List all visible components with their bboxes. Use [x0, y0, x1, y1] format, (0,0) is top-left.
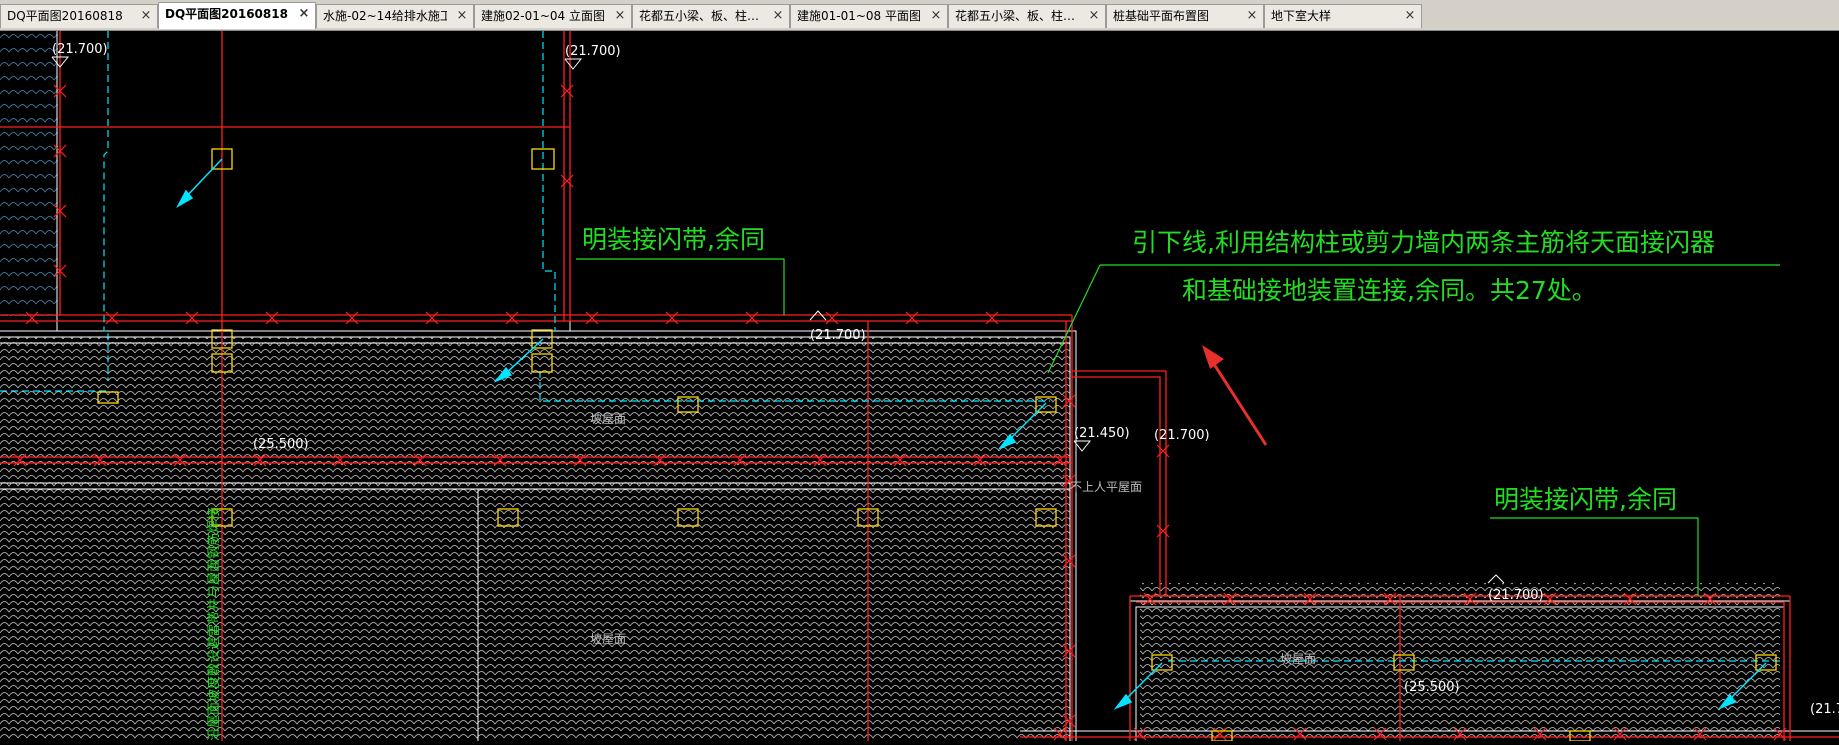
elevation-label: (25.500): [1404, 680, 1460, 695]
downlead-annotation-line2: 和基础接地装置连接,余同。共27处。: [1182, 276, 1597, 305]
roof-tile-area-upper: [0, 337, 1070, 487]
document-tab-bar: DQ平面图20160818 × DQ平面图20160818 × 水施-02~14给排水施…: [0, 0, 1839, 31]
document-tab-label: 桩基础平面布置图: [1113, 9, 1210, 23]
callout-arrow-icon: [1202, 345, 1268, 446]
document-tab-label: DQ平面图20160818: [165, 7, 288, 21]
document-tab-label: 花都五小梁、板、柱…: [955, 9, 1076, 23]
document-tab-label: 地下室大样: [1271, 9, 1332, 23]
close-icon[interactable]: ×: [613, 5, 627, 27]
close-icon[interactable]: ×: [929, 5, 943, 27]
document-tab[interactable]: 花都五小梁、板、柱… ×: [948, 4, 1106, 28]
roof-label: 坡屋面: [1280, 652, 1316, 666]
document-tab[interactable]: 花都五小梁、板、柱… ×: [632, 4, 790, 28]
close-icon[interactable]: ×: [1087, 5, 1101, 27]
vertical-note: 沿屋面坡度敷设避雷带并与屋面钢筋焊接: [206, 507, 222, 741]
document-tab[interactable]: 建施02-01~04 立面图 ×: [474, 4, 632, 28]
document-tab-label: 建施01-01~08 平面图: [797, 9, 921, 23]
elevation-label: (21.700): [52, 42, 108, 57]
document-tab[interactable]: 水施-02~14给排水施工图 ×: [316, 4, 474, 28]
roof-label: 不上人平屋面: [1070, 480, 1142, 494]
close-icon[interactable]: ×: [455, 5, 469, 27]
cad-drawing-canvas[interactable]: (21.700) (21.700) (21.700) (25.500) (21.…: [0, 31, 1839, 742]
close-icon[interactable]: ×: [297, 3, 311, 25]
wave-hatch-area: [0, 31, 58, 316]
document-tab-label: 建施02-01~04 立面图: [481, 9, 605, 23]
elevation-label: (21.700): [1154, 428, 1210, 443]
close-icon[interactable]: ×: [139, 5, 153, 27]
document-tab[interactable]: 桩基础平面布置图 ×: [1106, 4, 1264, 28]
elevation-label: (25.500): [253, 437, 309, 452]
elevation-label: (21.450): [1074, 426, 1130, 441]
elevation-label: (21.700): [565, 44, 621, 59]
lightning-belt-annotation: 明装接闪带,余同: [582, 225, 765, 254]
document-tab-label: 花都五小梁、板、柱…: [639, 9, 760, 23]
close-icon[interactable]: ×: [1245, 5, 1259, 27]
lightning-belt-annotation: 明装接闪带,余同: [1494, 485, 1677, 514]
roof-tile-area-lower: [0, 486, 1070, 741]
document-tab[interactable]: 地下室大样 ×: [1264, 4, 1422, 28]
document-tab[interactable]: DQ平面图20160818 ×: [0, 4, 158, 28]
roof-label: 坡屋面: [590, 632, 626, 646]
document-tab[interactable]: DQ平面图20160818 ×: [158, 2, 316, 29]
elevation-label: (21.700): [810, 328, 866, 343]
elevation-label: (21.7: [1810, 702, 1839, 717]
close-icon[interactable]: ×: [1403, 5, 1417, 27]
document-tab[interactable]: 建施01-01~08 平面图 ×: [790, 4, 948, 28]
elevation-label: (21.700): [1488, 588, 1544, 603]
close-icon[interactable]: ×: [771, 5, 785, 27]
roof-label: 坡屋面: [590, 412, 626, 426]
document-tab-label: DQ平面图20160818: [7, 9, 123, 23]
downlead-annotation-line1: 引下线,利用结构柱或剪力墙内两条主筋将天面接闪器: [1132, 228, 1715, 257]
document-tab-label: 水施-02~14给排水施工图: [323, 9, 447, 23]
